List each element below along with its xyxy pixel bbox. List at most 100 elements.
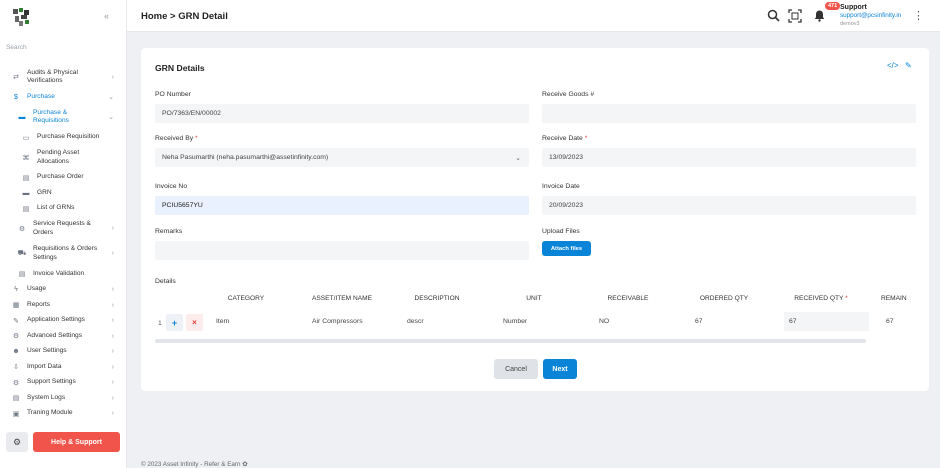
sidebar-item-list-of-grns[interactable]: ▤ List of GRNs [0, 201, 126, 216]
user-name: Support [840, 4, 867, 11]
log-icon: ▤ [12, 395, 20, 402]
po-number-field[interactable]: PO/7363/EN/00002 [155, 104, 529, 123]
chevron-right-icon: › [111, 225, 114, 232]
report-icon: ▦ [12, 302, 20, 309]
footer: © 2023 Asset Infinity - Refer & Earn ✿ [141, 461, 248, 468]
receive-date-label: Receive Date * [542, 135, 588, 142]
cogs-icon: ⚙ [12, 379, 20, 387]
training-icon: ▣ [12, 410, 20, 418]
sidebar: « Search ⇄ Audits & Physical Verificatio… [0, 0, 127, 468]
table-horizontal-scrollbar[interactable] [155, 339, 866, 343]
upload-files-label: Upload Files [542, 228, 580, 235]
attach-files-button[interactable]: Attach files [542, 241, 591, 256]
search-icon[interactable] [766, 9, 780, 23]
col-ordered-qty: ORDERED QTY [699, 295, 749, 302]
hierarchy-icon: ⌘ [22, 154, 30, 162]
cell-ordered-qty: 67 [690, 312, 774, 331]
remarks-field[interactable] [155, 241, 529, 260]
help-support-button[interactable]: Help & Support [33, 432, 120, 452]
settings-gear-button[interactable]: ⚙ [6, 432, 28, 452]
footer-text[interactable]: © 2023 Asset Infinity - Refer & Earn [141, 461, 241, 468]
chevron-right-icon: › [111, 301, 114, 309]
receive-goods-field[interactable] [542, 104, 916, 123]
sidebar-nav: ⇄ Audits & Physical Verifications › $ Pu… [0, 64, 126, 421]
invoice-no-label: Invoice No [155, 183, 188, 190]
cell-received-qty[interactable]: 67 [784, 312, 869, 331]
cell-asset-item-name[interactable]: Air Compressors [307, 312, 391, 331]
cell-remaining: 67 [881, 312, 925, 331]
sidebar-item-reports[interactable]: ▦ Reports › [0, 297, 126, 313]
sidebar-search-input[interactable]: Search [6, 44, 118, 51]
more-vertical-icon[interactable]: ⋮ [913, 9, 924, 22]
bell-icon[interactable] [812, 9, 826, 23]
col-unit: UNIT [526, 295, 542, 302]
col-description: DESCRIPTION [414, 295, 460, 302]
sidebar-item-invoice-validation[interactable]: ▤ Invoice Validation [0, 266, 126, 282]
receive-date-field[interactable]: 13/09/2023 [542, 148, 916, 167]
col-asset-item-name: ASSET/ITEM NAME [311, 295, 373, 302]
chevron-right-icon: › [111, 363, 114, 371]
chevron-right-icon: › [111, 317, 114, 324]
audit-icon: ⇄ [13, 74, 19, 81]
dollar-icon: $ [14, 93, 18, 101]
chevron-double-left-icon[interactable]: « [104, 11, 109, 21]
chevron-right-icon: › [111, 348, 114, 355]
remove-row-button[interactable]: × [186, 314, 203, 331]
sidebar-item-usage[interactable]: ϟ Usage › [0, 282, 126, 297]
po-number-label: PO Number [155, 91, 191, 98]
cancel-button[interactable]: Cancel [494, 359, 538, 379]
wrench-icon: ✎ [13, 317, 19, 325]
sidebar-item-support-settings[interactable]: ⚙ Support Settings › [0, 375, 126, 390]
user-profile[interactable]: Support support@pcsinfinity.in demov3 [840, 4, 901, 28]
company-logo [11, 6, 33, 28]
sidebar-item-purchase-requisitions[interactable]: ▬ Purchase & Requisitions ⌄ [0, 104, 126, 130]
col-receivable: RECEIVABLE [607, 295, 649, 302]
remarks-label: Remarks [155, 228, 183, 235]
cell-description[interactable]: descr [402, 312, 486, 331]
users-icon: ☻ [12, 348, 20, 355]
edit-pencil-icon[interactable]: ✎ [905, 61, 912, 70]
sidebar-item-pending-asset-allocations[interactable]: ⌘ Pending Asset Allocations [0, 145, 126, 170]
scan-icon[interactable] [788, 9, 802, 23]
sidebar-item-system-logs[interactable]: ▤ System Logs › [0, 390, 126, 406]
sidebar-item-purchase-requisition[interactable]: ▭ Purchase Requisition [0, 130, 126, 145]
grn-details-card: GRN Details </> ✎ PO Number PO/7363/EN/0… [141, 48, 929, 391]
import-icon: ⇩ [13, 364, 19, 371]
close-icon: × [192, 318, 197, 327]
cart-icon: ⛟ [17, 250, 27, 257]
chevron-right-icon: › [111, 286, 114, 293]
next-button[interactable]: Next [543, 359, 577, 379]
add-row-button[interactable]: + [166, 314, 183, 331]
cell-unit[interactable]: Number [498, 312, 582, 331]
bolt-icon: ϟ [14, 286, 18, 293]
help-bar: ⚙ Help & Support [6, 432, 120, 452]
cell-receivable[interactable]: NO [594, 312, 678, 331]
sidebar-item-import-data[interactable]: ⇩ Import Data › [0, 359, 126, 375]
sidebar-item-purchase-order[interactable]: ▤ Purchase Order [0, 170, 126, 185]
sidebar-item-grn[interactable]: ▬ GRN [0, 185, 126, 201]
sidebar-item-requisitions-orders-settings[interactable]: ⛟ Requisitions & Orders Settings › [0, 241, 126, 266]
user-email: support@pcsinfinity.in [840, 12, 902, 19]
truck-icon: ▬ [18, 113, 26, 121]
details-label: Details [155, 278, 176, 285]
chevron-down-icon: ⌄ [108, 114, 114, 121]
code-icon[interactable]: </> [887, 61, 899, 70]
chevron-right-icon: › [111, 410, 114, 417]
sidebar-item-purchase[interactable]: $ Purchase ⌄ [0, 90, 126, 104]
row-index: 1 [158, 320, 162, 327]
card-title: GRN Details [155, 63, 205, 73]
invoice-no-field[interactable]: PCIU5657YU [155, 196, 529, 215]
sidebar-item-service-requests[interactable]: ⚙ Service Requests & Orders › [0, 216, 126, 241]
invoice-date-field[interactable]: 20/09/2023 [542, 196, 916, 215]
sidebar-item-training-module[interactable]: ▣ Traning Module › [0, 406, 126, 421]
sidebar-item-audits[interactable]: ⇄ Audits & Physical Verifications › [0, 64, 126, 90]
chevron-down-icon: ⌄ [108, 94, 114, 101]
cogs-icon: ⚙ [18, 225, 26, 233]
chevron-right-icon: › [111, 250, 114, 257]
col-remaining: REMAIN [881, 295, 907, 302]
sidebar-item-advanced-settings[interactable]: ⚙ Advanced Settings › [0, 328, 126, 344]
sidebar-item-application-settings[interactable]: ✎ Application Settings › [0, 313, 126, 328]
received-by-select[interactable]: Neha Pasumarthi (neha.pasumarthi@assetin… [155, 148, 529, 167]
sidebar-item-user-settings[interactable]: ☻ User Settings › [0, 344, 126, 359]
cell-category[interactable]: Item [211, 312, 295, 331]
